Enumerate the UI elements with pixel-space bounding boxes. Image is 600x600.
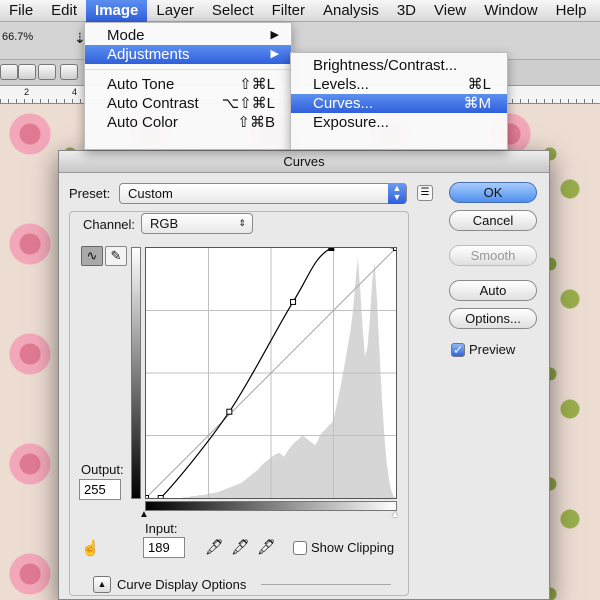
shortcut-text: ⇧⌘B: [237, 114, 275, 131]
menu-item-label: Auto Color: [107, 114, 178, 131]
menu-help[interactable]: Help: [547, 0, 596, 22]
ok-button[interactable]: OK: [449, 182, 537, 203]
zoom-level: 66.7%: [2, 31, 34, 43]
channel-label: Channel:: [81, 217, 138, 232]
menu-item-label: Curves...: [313, 95, 374, 112]
adjustments_menu-item-curves[interactable]: Curves... ⌘M: [291, 94, 507, 113]
preset-label: Preset:: [69, 186, 111, 201]
menu-item-label: Auto Tone: [107, 76, 175, 93]
curve-control-point: [226, 408, 233, 415]
input-field[interactable]: [143, 537, 185, 558]
output-gradient: [131, 247, 141, 499]
black-eyedropper-icon[interactable]: 🖋: [205, 538, 224, 556]
channel-value: RGB: [150, 216, 179, 231]
curve-control-point: [328, 245, 335, 251]
menu-select[interactable]: Select: [203, 0, 263, 22]
submenu-arrow-icon: ▶: [270, 29, 279, 41]
menu-analysis[interactable]: Analysis: [314, 0, 388, 22]
menu-item-label: Mode: [107, 27, 145, 44]
submenu-arrow-icon: ▶: [270, 48, 279, 60]
menu-edit[interactable]: Edit: [42, 0, 86, 22]
ruler-mark: 4: [72, 87, 78, 97]
curves-dialog: Curves Preset: Custom ▲ ▼ ☰ Channel: RGB …: [58, 150, 550, 600]
show-clipping-checkbox[interactable]: [293, 541, 307, 555]
image_menu-item-auto-tone[interactable]: Auto Tone ⇧⌘L: [85, 75, 291, 94]
shortcut-text: ⌘M: [463, 95, 492, 112]
curve-display-options-label: Curve Display Options: [117, 577, 247, 592]
selection-rect-icon[interactable]: [38, 64, 56, 80]
lasso-add-icon[interactable]: [18, 64, 36, 80]
shortcut-text: ⌥⇧⌘L: [221, 95, 275, 112]
curve-graph-svg[interactable]: [143, 243, 399, 505]
preset-options-icon[interactable]: ☰: [417, 185, 433, 201]
curve-control-point: [393, 245, 399, 251]
adjustments_menu-item-exposure[interactable]: Exposure...: [291, 113, 507, 132]
lasso-mode-icon[interactable]: [0, 64, 18, 80]
black-slider-icon[interactable]: ▲: [139, 509, 149, 520]
adjustments-submenu: Brightness/Contrast... Levels... ⌘L Curves.…: [290, 52, 508, 150]
dialog-title: Curves: [59, 151, 549, 173]
menu-layer[interactable]: Layer: [147, 0, 203, 22]
menu-view[interactable]: View: [425, 0, 475, 22]
shortcut-text: ⌘L: [467, 76, 491, 93]
pencil-tool-icon[interactable]: ✎: [105, 246, 127, 266]
cancel-button[interactable]: Cancel: [449, 210, 537, 231]
output-label: Output:: [81, 462, 124, 477]
menu-filter[interactable]: Filter: [263, 0, 314, 22]
options-button[interactable]: Options...: [449, 308, 537, 329]
curve-display-toggle[interactable]: ▲: [93, 576, 111, 593]
image_menu-item-mode[interactable]: Mode ▶: [85, 26, 291, 45]
preset-stepper-icon: ▲ ▼: [388, 183, 406, 204]
output-field[interactable]: [79, 479, 121, 500]
curve-point-tool-icon[interactable]: ∿: [81, 246, 103, 266]
menu-image[interactable]: Image: [86, 0, 148, 22]
shortcut-text: ⇧⌘L: [239, 76, 275, 93]
target-adjust-hand-icon[interactable]: ☝: [81, 539, 100, 557]
auto-button[interactable]: Auto: [449, 280, 537, 301]
menu-bar: File Edit Image Layer Select Filter Analysis 3D…: [0, 0, 600, 22]
curve-control-point: [290, 298, 297, 305]
preview-checkbox[interactable]: ✓: [451, 343, 465, 357]
white-eyedropper-icon[interactable]: 🖋: [257, 538, 276, 556]
selection-round-icon[interactable]: [60, 64, 78, 80]
adjustments_menu-item-brightness-contrast[interactable]: Brightness/Contrast...: [291, 56, 507, 75]
curve-control-point: [157, 495, 164, 501]
image_menu-item-adjustments[interactable]: Adjustments ▶: [85, 45, 291, 64]
image-menu: Mode ▶ Adjustments ▶ Auto Tone ⇧⌘L Auto Contra…: [84, 22, 292, 150]
gray-eyedropper-icon[interactable]: 🖋: [231, 538, 250, 556]
smooth-button: Smooth: [449, 245, 537, 266]
ruler-mark: 2: [24, 87, 30, 97]
chevron-updown-icon: ⇕: [238, 218, 246, 228]
menu-separator: [85, 69, 291, 70]
menu-item-label: Levels...: [313, 76, 369, 93]
white-slider-icon[interactable]: ▲: [390, 509, 400, 520]
curve-control-point: [143, 495, 149, 501]
input-gradient: [145, 501, 397, 511]
input-label: Input:: [145, 521, 178, 536]
menu-3d[interactable]: 3D: [388, 0, 425, 22]
menu-item-label: Auto Contrast: [107, 95, 199, 112]
adjustments_menu-item-levels[interactable]: Levels... ⌘L: [291, 75, 507, 94]
show-clipping-label: Show Clipping: [311, 540, 395, 555]
preview-label: Preview: [469, 342, 516, 357]
menu-item-label: Exposure...: [313, 114, 389, 131]
preset-value: Custom: [128, 186, 173, 201]
menu-file[interactable]: File: [0, 0, 42, 22]
divider: [261, 584, 391, 585]
menu-item-label: Adjustments: [107, 46, 190, 63]
curve-graph[interactable]: [143, 243, 399, 505]
channel-select[interactable]: RGB ⇕: [141, 213, 253, 234]
menu-window[interactable]: Window: [475, 0, 546, 22]
menu-item-label: Brightness/Contrast...: [313, 57, 458, 74]
preset-select[interactable]: Custom ▲ ▼: [119, 183, 407, 204]
image_menu-item-auto-contrast[interactable]: Auto Contrast ⌥⇧⌘L: [85, 94, 291, 113]
image_menu-item-auto-color[interactable]: Auto Color ⇧⌘B: [85, 113, 291, 132]
